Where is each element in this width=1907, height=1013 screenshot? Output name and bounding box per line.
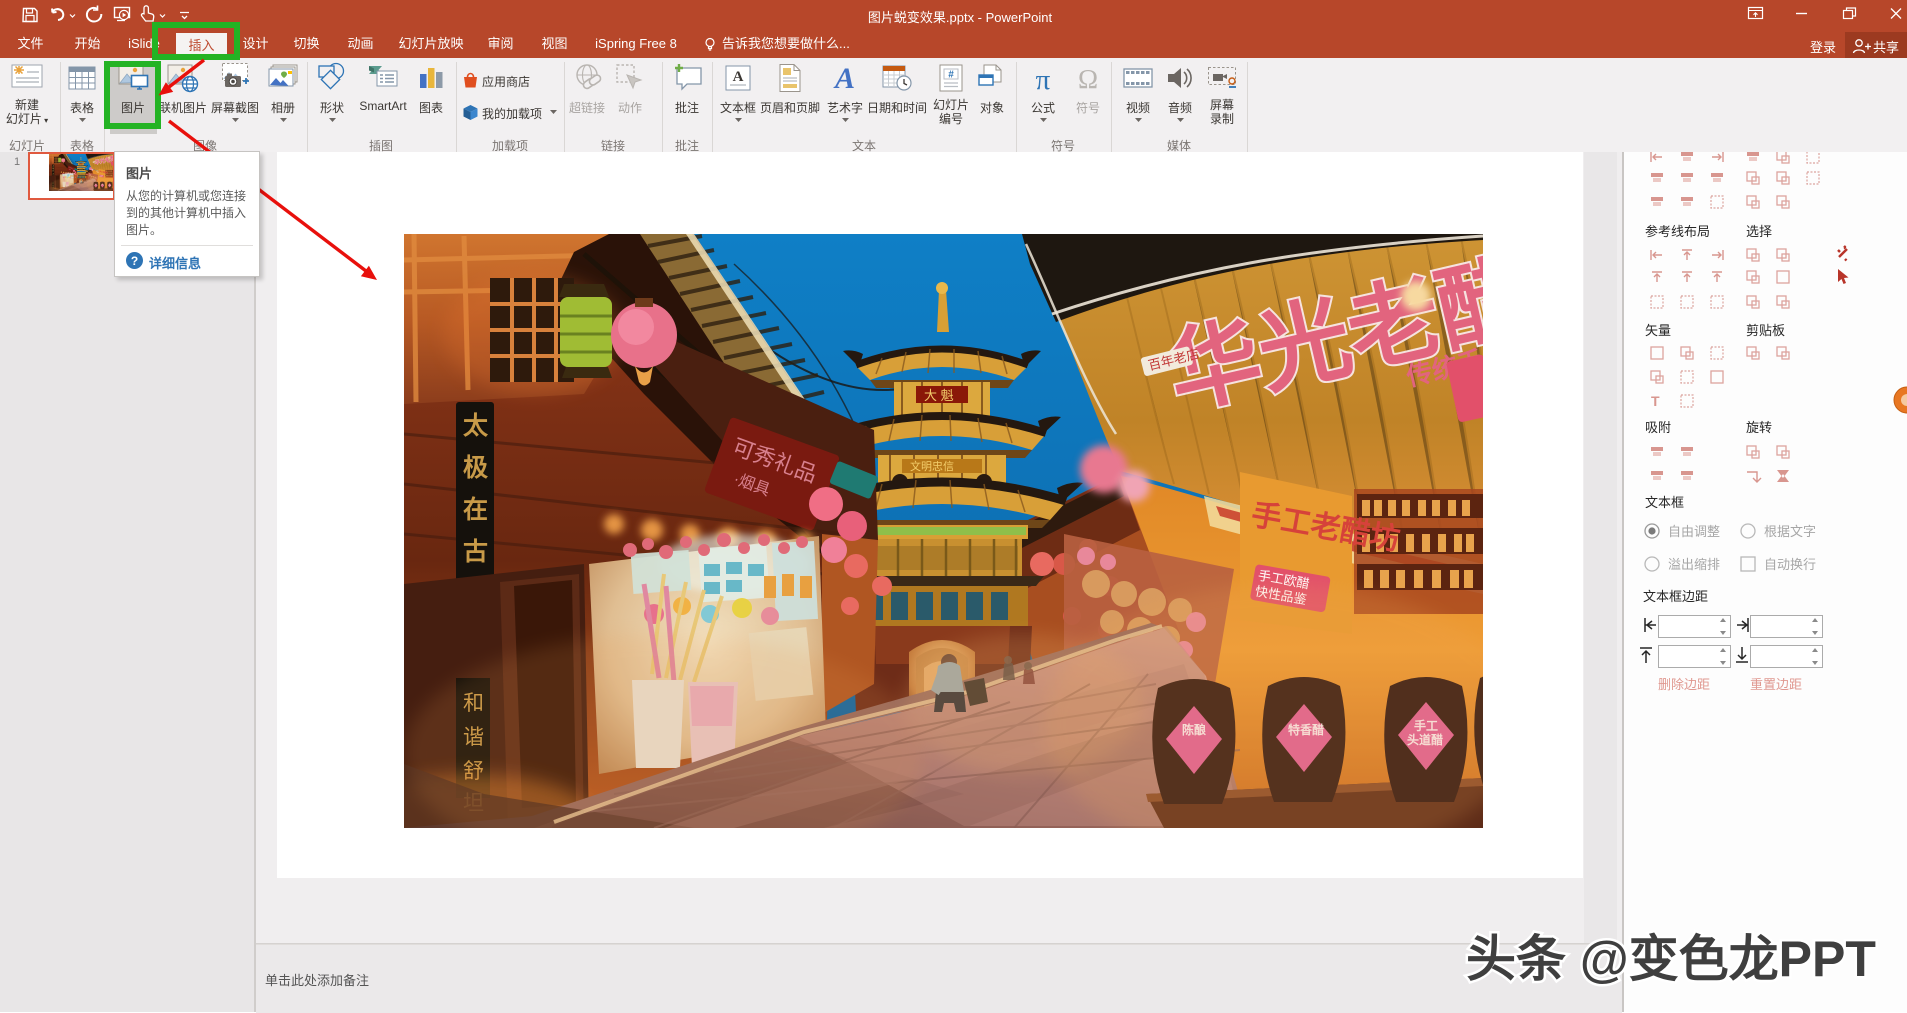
svg-text:文本框: 文本框: [1645, 495, 1684, 510]
svg-text:头条 @变色龙PPT: 头条 @变色龙PPT: [1466, 931, 1876, 987]
svg-text:剪贴板: 剪贴板: [1746, 323, 1785, 338]
svg-text:选择: 选择: [1746, 224, 1772, 239]
svg-text:#: #: [948, 70, 954, 81]
svg-text:参考线布局: 参考线布局: [1645, 224, 1710, 239]
svg-text:π: π: [1036, 64, 1051, 94]
svg-text:自由调整: 自由调整: [1668, 524, 1720, 539]
svg-text:文本框边距: 文本框边距: [1643, 589, 1708, 604]
svg-text:A: A: [833, 62, 855, 94]
svg-text:删除边距: 删除边距: [1658, 677, 1710, 692]
svg-text:矢量: 矢量: [1645, 323, 1671, 338]
svg-text:重置边距: 重置边距: [1750, 677, 1802, 692]
svg-text:根据文字: 根据文字: [1764, 524, 1816, 539]
svg-text:吸附: 吸附: [1645, 420, 1671, 435]
svg-text:A: A: [733, 69, 744, 85]
svg-text:?: ?: [131, 254, 138, 268]
svg-text:Ω: Ω: [1078, 64, 1098, 94]
svg-text:自动换行: 自动换行: [1764, 557, 1816, 572]
svg-text:旋转: 旋转: [1746, 420, 1772, 435]
svg-text:T: T: [1651, 393, 1660, 409]
svg-text:溢出缩排: 溢出缩排: [1668, 557, 1720, 572]
